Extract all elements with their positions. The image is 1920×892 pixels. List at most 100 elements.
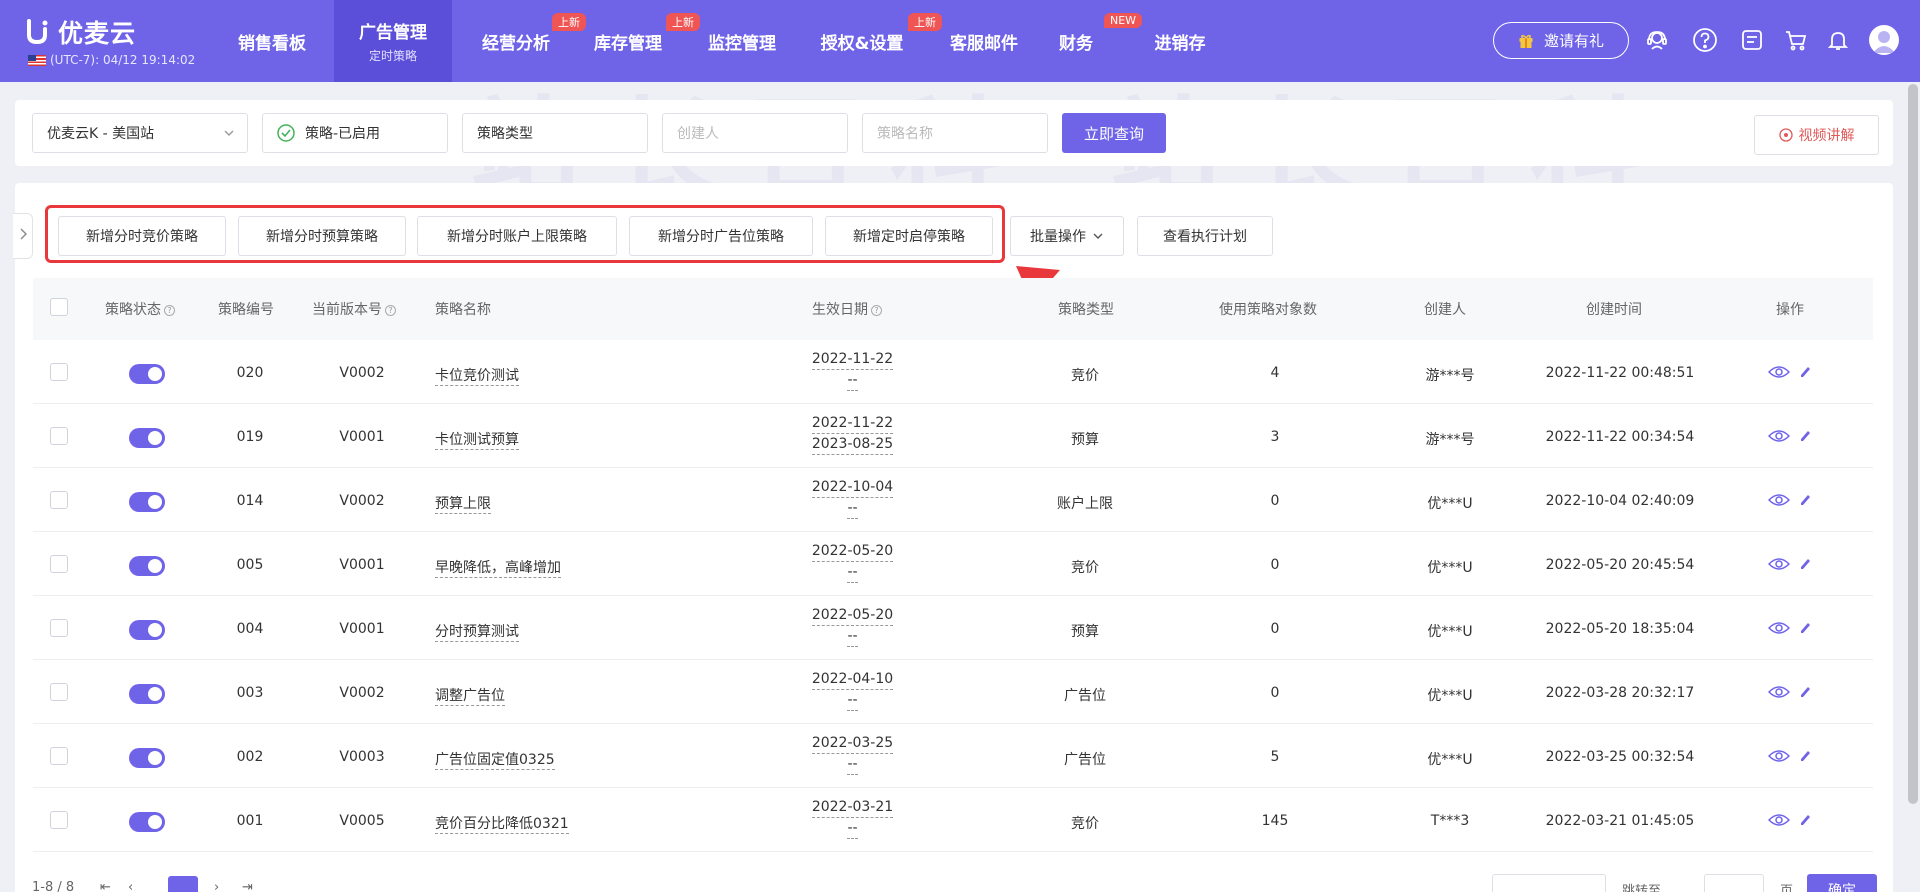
message-icon[interactable] xyxy=(1738,26,1766,54)
strategy-name-link[interactable]: 卡位竞价测试 xyxy=(435,365,519,386)
nav-monitoring[interactable]: 监控管理 xyxy=(692,0,792,82)
strategy-name-link[interactable]: 分时预算测试 xyxy=(435,621,519,642)
nav-ad-management[interactable]: 广告管理 定时策略 xyxy=(334,0,452,82)
invite-button[interactable]: 邀请有礼 xyxy=(1493,22,1629,59)
brand[interactable]: 优麦云 xyxy=(26,14,136,50)
first-page-icon[interactable]: ⇤ xyxy=(100,880,111,892)
row-actions xyxy=(1767,557,1812,575)
prev-page-icon[interactable]: ‹ xyxy=(128,880,133,892)
creator-input[interactable]: 创建人 xyxy=(662,113,848,153)
select-all-checkbox[interactable] xyxy=(50,298,68,316)
edit-pencil-icon[interactable] xyxy=(1798,621,1812,639)
jump-page-input[interactable] xyxy=(1704,874,1764,892)
batch-operation-button[interactable]: 批量操作 xyxy=(1010,216,1124,256)
nav-sales-dashboard[interactable]: 销售看板 xyxy=(222,0,322,82)
current-page-button[interactable] xyxy=(168,876,198,892)
jump-confirm-button[interactable]: 确定 xyxy=(1807,874,1877,892)
nav-business-analysis[interactable]: 经营分析 上新 xyxy=(466,0,586,82)
version-number: V0001 xyxy=(339,621,385,637)
edit-pencil-icon[interactable] xyxy=(1798,685,1812,703)
cart-icon[interactable] xyxy=(1782,26,1810,54)
video-tutorial-button[interactable]: 视频讲解 xyxy=(1754,115,1879,155)
view-eye-icon[interactable] xyxy=(1767,557,1791,575)
view-eye-icon[interactable] xyxy=(1767,493,1791,511)
row-actions xyxy=(1767,365,1812,383)
nav-customer-email[interactable]: 客服邮件 xyxy=(934,0,1034,82)
row-checkbox[interactable] xyxy=(50,491,68,509)
edit-pencil-icon[interactable] xyxy=(1798,429,1812,447)
name-input[interactable]: 策略名称 xyxy=(862,113,1048,153)
status-toggle[interactable] xyxy=(129,428,165,448)
app-name: 优麦云 xyxy=(58,19,137,48)
highlight-box xyxy=(45,205,1005,263)
edit-pencil-icon[interactable] xyxy=(1798,749,1812,767)
view-eye-icon[interactable] xyxy=(1767,621,1791,639)
version-number: V0005 xyxy=(339,813,385,829)
edit-pencil-icon[interactable] xyxy=(1798,365,1812,383)
row-actions xyxy=(1767,493,1812,511)
strategy-name-link[interactable]: 卡位测试预算 xyxy=(435,429,519,450)
object-count: 0 xyxy=(1270,557,1280,573)
view-eye-icon[interactable] xyxy=(1767,749,1791,767)
customer-service-icon[interactable] xyxy=(1643,26,1671,54)
view-eye-icon[interactable] xyxy=(1767,813,1791,831)
version-number: V0003 xyxy=(339,749,385,765)
chevron-right-icon xyxy=(18,227,28,245)
type-select[interactable]: 策略类型 xyxy=(462,113,648,153)
last-page-icon[interactable]: ⇥ xyxy=(242,880,253,892)
video-button-label: 视频讲解 xyxy=(1798,128,1855,144)
status-toggle[interactable] xyxy=(129,812,165,832)
strategy-type: 预算 xyxy=(1071,432,1099,448)
edit-pencil-icon[interactable] xyxy=(1798,493,1812,511)
object-count: 145 xyxy=(1261,813,1289,829)
row-checkbox[interactable] xyxy=(50,619,68,637)
question-icon[interactable]: ? xyxy=(385,305,396,316)
view-eye-icon[interactable] xyxy=(1767,429,1791,447)
query-button[interactable]: 立即查询 xyxy=(1062,113,1166,153)
end-date: -- xyxy=(847,754,858,775)
next-page-icon[interactable]: › xyxy=(214,880,219,892)
row-checkbox[interactable] xyxy=(50,555,68,573)
help-icon[interactable] xyxy=(1691,26,1719,54)
row-checkbox[interactable] xyxy=(50,683,68,701)
strategy-name: 调整广告位 xyxy=(435,688,505,706)
nav-purchase-sales-inventory[interactable]: 进销存 xyxy=(1135,0,1225,82)
status-toggle[interactable] xyxy=(129,364,165,384)
status-select[interactable]: 策略-已启用 xyxy=(262,113,448,153)
strategy-name-link[interactable]: 广告位固定值0325 xyxy=(435,749,555,770)
nav-finance[interactable]: 财务 NEW xyxy=(1046,0,1143,82)
edit-pencil-icon[interactable] xyxy=(1798,557,1812,575)
view-eye-icon[interactable] xyxy=(1767,365,1791,383)
scrollbar[interactable] xyxy=(1908,84,1918,804)
row-checkbox[interactable] xyxy=(50,747,68,765)
row-checkbox[interactable] xyxy=(50,427,68,445)
view-execution-plan-button[interactable]: 查看执行计划 xyxy=(1137,216,1273,256)
strategy-name-link[interactable]: 调整广告位 xyxy=(435,685,505,706)
sidebar-toggle[interactable] xyxy=(13,213,33,259)
strategy-type: 竞价 xyxy=(1071,816,1099,832)
bell-icon[interactable] xyxy=(1824,26,1852,54)
avatar[interactable] xyxy=(1869,25,1899,55)
col-header-created-time: 创建时间 xyxy=(1586,302,1642,318)
row-checkbox[interactable] xyxy=(50,811,68,829)
status-toggle[interactable] xyxy=(129,556,165,576)
nav-authorization-settings[interactable]: 授权&设置 上新 xyxy=(812,0,942,82)
shop-select[interactable]: 优麦云K - 美国站 xyxy=(32,113,248,153)
start-date: 2022-11-22 xyxy=(811,413,894,434)
question-icon[interactable]: ? xyxy=(871,305,882,316)
nav-inventory-management[interactable]: 库存管理 上新 xyxy=(578,0,700,82)
status-toggle[interactable] xyxy=(129,492,165,512)
edit-pencil-icon[interactable] xyxy=(1798,813,1812,831)
strategy-name-link[interactable]: 竞价百分比降低0321 xyxy=(435,813,569,834)
view-eye-icon[interactable] xyxy=(1767,685,1791,703)
status-toggle[interactable] xyxy=(129,748,165,768)
question-icon[interactable]: ? xyxy=(164,305,175,316)
page-size-select[interactable] xyxy=(1492,874,1606,892)
status-toggle[interactable] xyxy=(129,620,165,640)
status-toggle[interactable] xyxy=(129,684,165,704)
nav-sublabel: 定时策略 xyxy=(368,49,417,63)
row-checkbox[interactable] xyxy=(50,363,68,381)
strategy-name-link[interactable]: 预算上限 xyxy=(435,493,491,514)
strategy-name-link[interactable]: 早晚降低，高峰增加 xyxy=(435,557,561,578)
strategy-name: 早晚降低，高峰增加 xyxy=(435,560,561,578)
